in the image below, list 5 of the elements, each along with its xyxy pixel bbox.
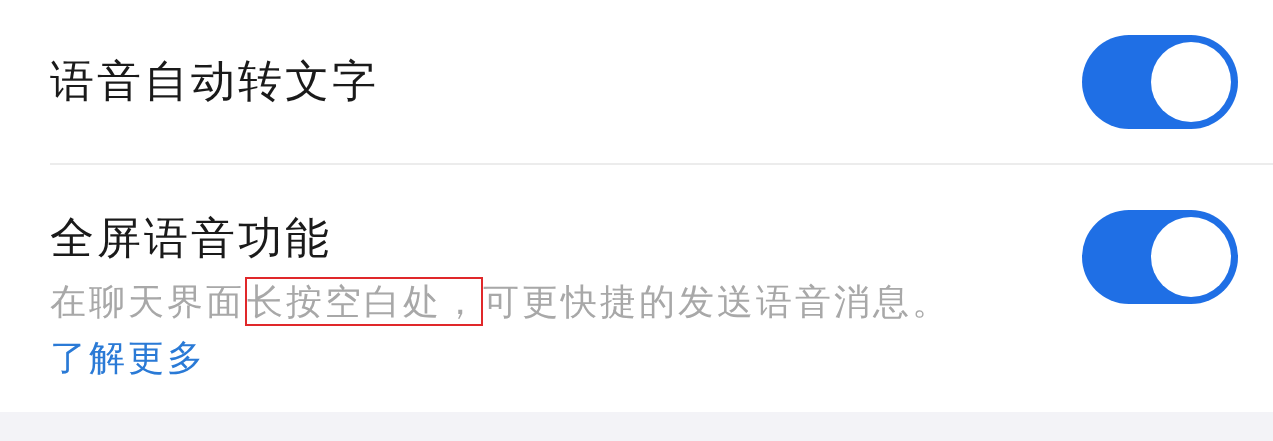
setting-title: 全屏语音功能 — [50, 211, 332, 265]
setting-title: 语音自动转文字 — [50, 54, 379, 108]
annotation-frame: 长按空白处， — [245, 277, 483, 326]
learn-more-link[interactable]: 了解更多 — [50, 337, 206, 378]
setting-description: 在聊天界面长按空白处，可更快捷的发送语音消息。 了解更多 — [50, 274, 1050, 386]
